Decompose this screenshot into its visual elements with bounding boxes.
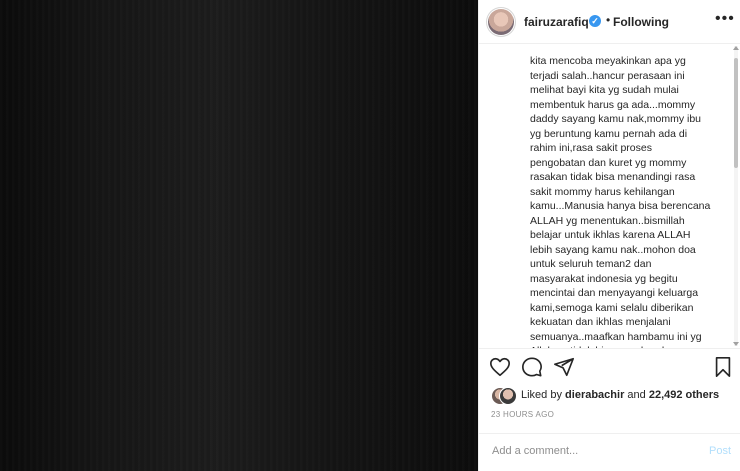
scrollbar[interactable] [733,46,739,346]
post-image[interactable] [0,0,478,471]
likes-connector: and [627,389,646,401]
post-actions [479,356,740,384]
separator-dot: • [606,13,611,27]
likes-count-link[interactable]: 22,492 others [649,389,719,401]
likes-prefix: Liked by [521,389,562,401]
comment-input[interactable] [490,444,684,458]
likes-text: Liked by dierabachir and 22,492 others [521,389,719,401]
liker-avatar[interactable] [499,387,517,405]
more-options-icon[interactable]: ••• [715,10,735,28]
share-icon[interactable] [553,356,575,378]
post-side-panel: fairuzarafiq ✓ • Following ••• kita menc… [478,0,740,471]
avatar[interactable] [488,9,514,35]
following-button[interactable]: Following [613,15,669,29]
verified-badge-icon: ✓ [589,15,601,27]
post-caption: kita mencoba meyakinkan apa yg terjadi s… [530,55,711,348]
username-link[interactable]: fairuzarafiq [524,15,589,29]
bookmark-icon[interactable] [713,356,733,378]
comment-bar: Post [479,433,740,471]
post-comment-button[interactable]: Post [709,445,731,457]
liker-username-link[interactable]: dierabachir [565,389,624,401]
heart-icon[interactable] [489,356,511,378]
comments-scroll-area[interactable]: kita mencoba meyakinkan apa yg terjadi s… [479,44,740,349]
comment-icon[interactable] [521,356,543,378]
post-timestamp[interactable]: 23 HOURS AGO [491,410,554,419]
likes-summary: Liked by dierabachir and 22,492 others [491,386,740,406]
post-header: fairuzarafiq ✓ • Following ••• [479,0,740,44]
